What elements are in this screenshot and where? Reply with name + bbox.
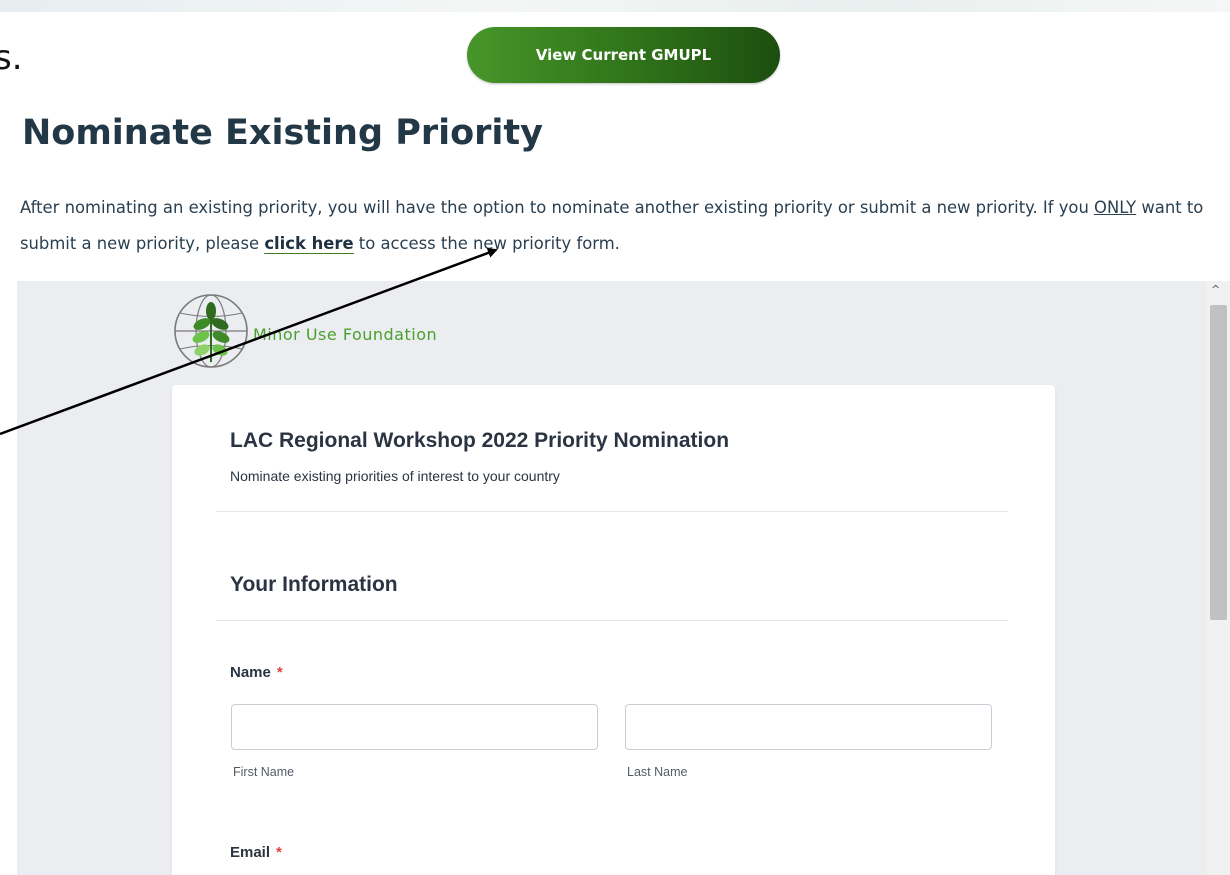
click-here-link[interactable]: click here: [264, 234, 354, 254]
email-field-label: Email *: [230, 844, 282, 861]
first-name-input[interactable]: [231, 704, 598, 750]
name-label-text: Name: [230, 664, 271, 681]
form-header-divider: [216, 511, 1008, 512]
required-asterisk: *: [276, 844, 282, 861]
intro-text-after: to access the new priority form.: [353, 234, 620, 253]
required-asterisk: *: [276, 664, 283, 681]
last-name-input[interactable]: [625, 704, 992, 750]
section-title-your-information: Your Information: [230, 573, 398, 596]
scroll-up-icon[interactable]: ^: [1211, 283, 1220, 296]
intro-text-before: After nominating an existing priority, y…: [20, 198, 1095, 217]
logo-text: Minor Use Foundation: [253, 325, 438, 344]
embed-scrollbar[interactable]: ^: [1206, 281, 1230, 875]
form-card: LAC Regional Workshop 2022 Priority Nomi…: [172, 385, 1055, 875]
last-name-sublabel: Last Name: [627, 765, 688, 779]
clipped-heading-fragment: s.: [0, 38, 23, 78]
first-name-sublabel: First Name: [233, 765, 295, 779]
page-title: Nominate Existing Priority: [22, 113, 543, 153]
top-banner-strip: [0, 0, 1230, 12]
form-title: LAC Regional Workshop 2022 Priority Nomi…: [230, 429, 730, 452]
scroll-thumb[interactable]: [1210, 305, 1227, 620]
view-current-gmupl-button[interactable]: View Current GMUPL: [467, 27, 780, 83]
intro-only-emphasis: ONLY: [1094, 198, 1137, 217]
intro-paragraph: After nominating an existing priority, y…: [20, 190, 1215, 262]
name-field-label: Name *: [230, 664, 283, 681]
email-label-text: Email: [230, 844, 271, 861]
globe-leaf-logo-icon: [174, 294, 248, 368]
embedded-form-frame: Minor Use Foundation LAC Regional Worksh…: [17, 281, 1230, 875]
form-subtitle: Nominate existing priorities of interest…: [230, 468, 560, 484]
section-divider: [216, 620, 1008, 621]
